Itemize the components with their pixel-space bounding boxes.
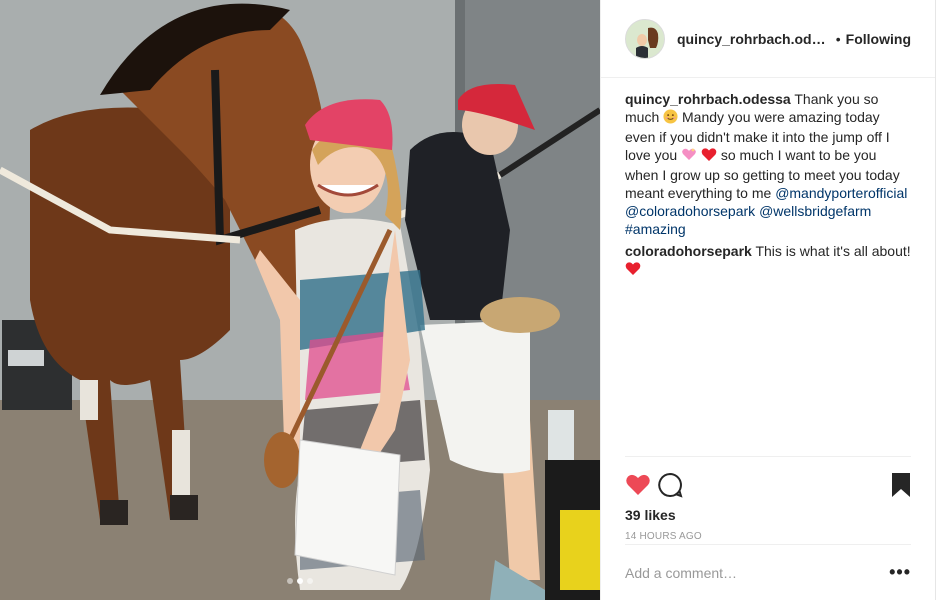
caption-comment: quincy_rohrbach.odessa Thank you so much… [625, 90, 911, 238]
header-separator: • [835, 30, 841, 47]
carousel-dot-active [297, 578, 303, 584]
comment-text: This is what it's all about! [755, 243, 911, 259]
sparkling-heart-emoji-icon [681, 147, 697, 166]
comments-section: quincy_rohrbach.odessa Thank you so much… [601, 78, 935, 454]
photo-scene [0, 0, 600, 600]
hashtag-link[interactable]: #amazing [625, 221, 686, 237]
following-button[interactable]: Following [846, 31, 911, 47]
post-author-username[interactable]: quincy_rohrbach.ode... [677, 31, 830, 47]
more-options-icon[interactable]: ••• [889, 562, 911, 583]
heart-icon[interactable] [625, 469, 657, 501]
mention-link[interactable]: @mandyporterofficial [775, 185, 907, 201]
comment-item: coloradohorsepark This is what it's all … [625, 242, 911, 280]
add-comment-bar: ••• [625, 544, 911, 600]
red-heart-emoji-icon [625, 261, 641, 280]
carousel-dot [287, 578, 293, 584]
comment-username[interactable]: coloradohorsepark [625, 243, 752, 259]
instagram-post: quincy_rohrbach.ode... • Following quinc… [0, 0, 936, 600]
post-header: quincy_rohrbach.ode... • Following [601, 0, 935, 78]
actions-spacer [689, 469, 879, 501]
add-comment-input[interactable] [625, 564, 890, 581]
post-photo[interactable] [0, 0, 600, 600]
avatar[interactable] [625, 18, 665, 59]
carousel-indicator [0, 578, 600, 584]
mention-link[interactable]: @coloradohorsepark [625, 203, 755, 219]
action-icons-row [625, 465, 911, 505]
post-actions: 39 likes 14 HOURS AGO [625, 456, 911, 542]
comment-username[interactable]: quincy_rohrbach.odessa [625, 91, 791, 107]
post-sidebar: quincy_rohrbach.ode... • Following quinc… [600, 0, 936, 600]
bookmark-icon[interactable] [879, 469, 911, 501]
carousel-dot [307, 578, 313, 584]
avatar-image [626, 19, 664, 58]
red-heart-emoji-icon [701, 147, 717, 166]
smiling-face-emoji-icon [663, 109, 678, 128]
post-timestamp[interactable]: 14 HOURS AGO [625, 531, 911, 542]
likes-count[interactable]: 39 likes [625, 507, 911, 523]
comment-icon[interactable] [657, 469, 689, 501]
mention-link[interactable]: @wellsbridgefarm [759, 203, 871, 219]
